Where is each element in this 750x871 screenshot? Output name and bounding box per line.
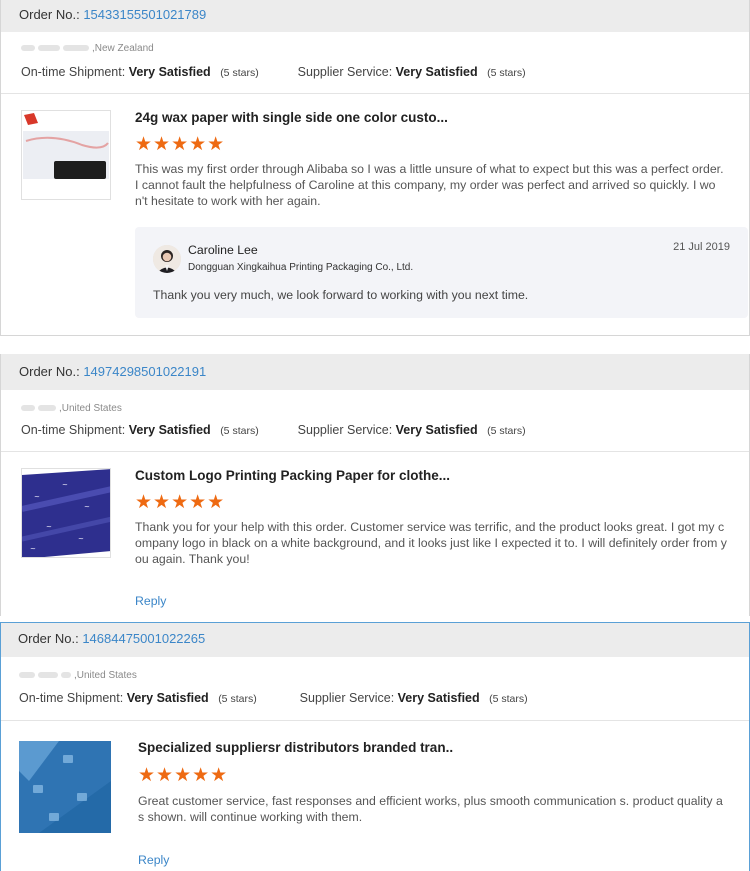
reply-button[interactable]: Reply <box>135 594 166 608</box>
review-line: I cannot fault the helpfulness of Caroli… <box>135 178 716 192</box>
product-thumbnail[interactable]: ~ ~ ~ ~ ~ ~ <box>21 468 111 558</box>
service-value: Very Satisfied <box>395 65 478 79</box>
seller-reply: Caroline Lee Dongguan Xingkaihua Printin… <box>135 227 748 318</box>
masked-name <box>38 45 60 52</box>
divider <box>1 451 749 452</box>
svg-text:~: ~ <box>62 481 68 489</box>
review-line: Thank you for your help with this order.… <box>135 520 725 534</box>
service-label: Supplier Service: <box>297 423 393 437</box>
rating-stars: ★★★★★ <box>135 492 226 513</box>
order-label: Order No.: <box>19 7 80 22</box>
svg-text:~: ~ <box>78 535 84 543</box>
review-line: ompany logo in black on a white backgrou… <box>135 536 727 550</box>
service-value: Very Satisfied <box>395 423 478 437</box>
rating-summary: On-time Shipment: Very Satisfied (5 star… <box>19 691 528 705</box>
shipment-stars: (5 stars) <box>220 425 259 437</box>
service-stars: (5 stars) <box>487 67 526 79</box>
seller-company: Dongguan Xingkaihua Printing Packaging C… <box>188 262 414 273</box>
review-line: n't hesitate to work with her again. <box>135 194 321 208</box>
review-text: Thank you for your help with this order.… <box>135 519 735 567</box>
masked-name <box>63 45 89 52</box>
service-stars: (5 stars) <box>487 425 526 437</box>
rating-stars: ★★★★★ <box>138 765 229 786</box>
shipment-stars: (5 stars) <box>220 67 259 79</box>
buyer-country: ,United States <box>59 403 122 414</box>
masked-name <box>21 45 35 52</box>
buyer-country: ,United States <box>74 670 137 681</box>
review-line: This was my first order through Alibaba … <box>135 162 724 176</box>
buyer-location: ,United States <box>19 670 137 681</box>
seller-name: Caroline Lee <box>188 243 258 257</box>
svg-text:~: ~ <box>30 545 36 553</box>
buyer-location: ,United States <box>21 403 122 414</box>
reply-text: Thank you very much, we look forward to … <box>153 288 529 302</box>
review-text: This was my first order through Alibaba … <box>135 161 735 209</box>
review-card: Order No.: 14974298501022191 ,United Sta… <box>0 354 750 616</box>
review-card: Order No.: 14684475001022265 ,United Sta… <box>0 622 750 871</box>
order-label: Order No.: <box>18 631 79 646</box>
masked-name <box>61 672 71 679</box>
svg-text:~: ~ <box>46 523 52 531</box>
order-header: Order No.: 15433155501021789 <box>1 0 749 32</box>
rating-stars: ★★★★★ <box>135 134 226 155</box>
review-card: Order No.: 15433155501021789 ,New Zealan… <box>0 0 750 336</box>
product-thumbnail[interactable] <box>21 110 111 200</box>
avatar <box>153 245 181 273</box>
masked-name <box>19 672 35 679</box>
order-header: Order No.: 14974298501022191 <box>1 354 749 390</box>
order-header: Order No.: 14684475001022265 <box>1 623 749 657</box>
product-title-link[interactable]: 24g wax paper with single side one color… <box>135 110 448 125</box>
service-label: Supplier Service: <box>297 65 393 79</box>
shipment-value: Very Satisfied <box>126 691 209 705</box>
shipment-label: On-time Shipment: <box>21 423 126 437</box>
buyer-location: ,New Zealand <box>21 43 154 54</box>
shipment-label: On-time Shipment: <box>19 691 124 705</box>
order-label: Order No.: <box>19 364 80 379</box>
product-title-link[interactable]: Specialized suppliersr distributors bran… <box>138 740 453 755</box>
service-value: Very Satisfied <box>397 691 480 705</box>
svg-text:~: ~ <box>84 503 90 511</box>
masked-name <box>38 672 58 679</box>
masked-name <box>38 405 56 412</box>
reply-button[interactable]: Reply <box>138 853 169 867</box>
review-line: Great customer service, fast responses a… <box>138 794 723 808</box>
product-title-link[interactable]: Custom Logo Printing Packing Paper for c… <box>135 468 450 483</box>
shipment-label: On-time Shipment: <box>21 65 126 79</box>
divider <box>1 720 749 721</box>
order-number-link[interactable]: 14684475001022265 <box>82 631 205 646</box>
review-line: ou again. Thank you! <box>135 552 250 566</box>
rating-summary: On-time Shipment: Very Satisfied (5 star… <box>21 423 526 437</box>
divider <box>1 93 749 94</box>
reply-date: 21 Jul 2019 <box>673 241 730 253</box>
shipment-stars: (5 stars) <box>218 693 257 705</box>
service-stars: (5 stars) <box>489 693 528 705</box>
rating-summary: On-time Shipment: Very Satisfied (5 star… <box>21 65 526 79</box>
shipment-value: Very Satisfied <box>128 423 211 437</box>
buyer-country: ,New Zealand <box>92 43 154 54</box>
product-thumbnail[interactable] <box>19 741 111 833</box>
review-text: Great customer service, fast responses a… <box>138 793 748 825</box>
review-line: s shown. will continue working with them… <box>138 810 363 824</box>
shipment-value: Very Satisfied <box>128 65 211 79</box>
order-number-link[interactable]: 14974298501022191 <box>83 364 206 379</box>
order-number-link[interactable]: 15433155501021789 <box>83 7 206 22</box>
svg-text:~: ~ <box>34 493 40 501</box>
masked-name <box>21 405 35 412</box>
service-label: Supplier Service: <box>299 691 395 705</box>
